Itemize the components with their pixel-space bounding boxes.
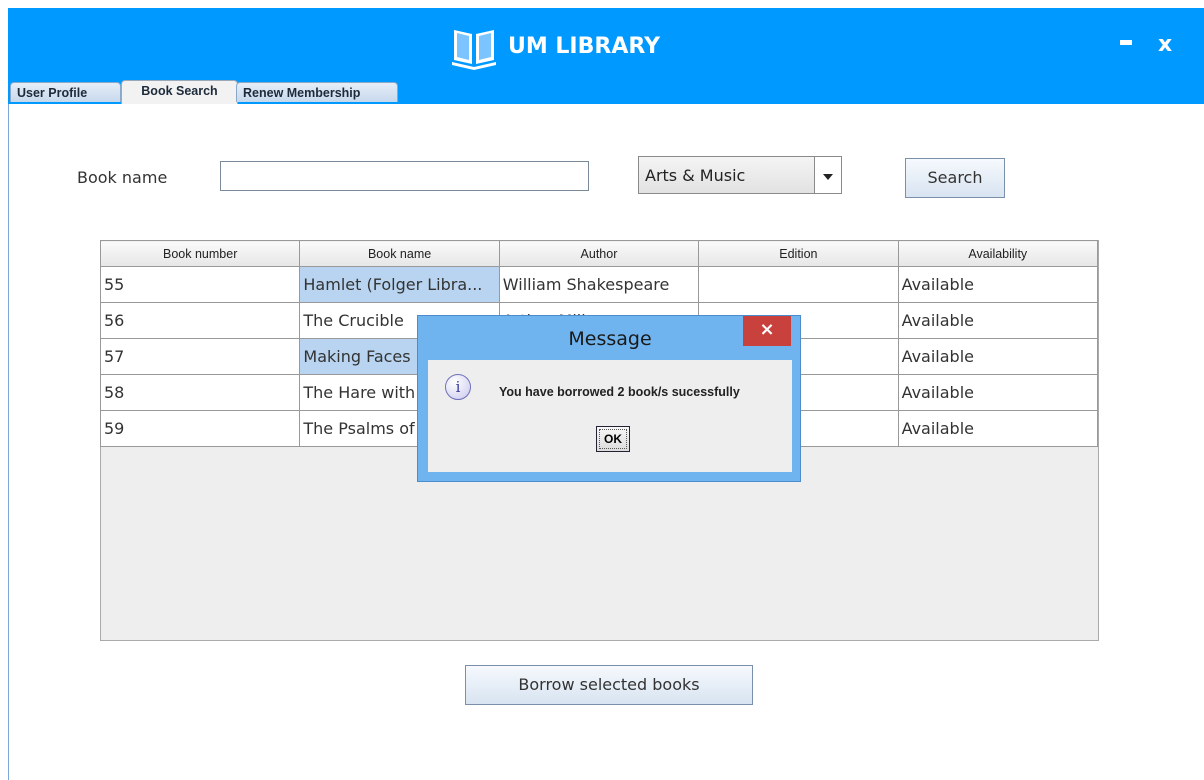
cell-availability[interactable]: Available [897, 338, 1099, 375]
table-header: Book number Book name Author Edition Ava… [99, 240, 1099, 267]
cell-book-number[interactable]: 57 [99, 338, 301, 375]
tab-renew-membership[interactable]: Renew Membership [236, 82, 398, 102]
column-header-edition[interactable]: Edition [698, 240, 899, 267]
table-row[interactable]: 55 Hamlet (Folger Libra... William Shake… [99, 266, 1099, 303]
book-name-input[interactable] [220, 161, 589, 191]
dialog-message: You have borrowed 2 book/s sucessfully [499, 385, 740, 399]
book-icon [452, 30, 496, 70]
category-select[interactable]: Arts & Music [638, 156, 842, 194]
message-dialog: Message × i You have borrowed 2 book/s s… [417, 315, 801, 482]
close-window-button[interactable]: x [1158, 34, 1172, 56]
app-title: UM LIBRARY [450, 20, 660, 72]
search-button[interactable]: Search [905, 158, 1005, 198]
book-name-label: Book name [77, 168, 168, 187]
category-selected-value: Arts & Music [645, 166, 746, 185]
cell-edition[interactable] [698, 266, 899, 303]
column-header-book-name[interactable]: Book name [299, 240, 500, 267]
column-header-availability[interactable]: Availability [897, 240, 1099, 267]
borrow-selected-books-button[interactable]: Borrow selected books [465, 665, 753, 705]
cell-book-number[interactable]: 56 [99, 302, 301, 339]
dropdown-button[interactable] [814, 157, 841, 193]
cell-book-number[interactable]: 55 [99, 266, 301, 303]
chevron-down-icon [823, 174, 833, 180]
column-header-book-number[interactable]: Book number [99, 240, 301, 267]
minimize-icon [1120, 40, 1132, 45]
cell-book-number[interactable]: 58 [99, 374, 301, 411]
ok-button[interactable]: OK [596, 426, 630, 452]
cell-author[interactable]: William Shakespeare [498, 266, 700, 303]
dialog-body: i You have borrowed 2 book/s sucessfully… [428, 360, 792, 472]
column-header-author[interactable]: Author [498, 240, 700, 267]
tab-book-search[interactable]: Book Search [121, 80, 238, 104]
cell-book-name[interactable]: Hamlet (Folger Libra... [299, 266, 500, 303]
cell-availability[interactable]: Available [897, 410, 1099, 447]
cell-availability[interactable]: Available [897, 302, 1099, 339]
dialog-close-button[interactable]: × [743, 316, 791, 346]
tab-user-profile[interactable]: User Profile [10, 82, 121, 102]
cell-book-number[interactable]: 59 [99, 410, 301, 447]
info-icon: i [445, 374, 471, 400]
cell-availability[interactable]: Available [897, 266, 1099, 303]
minimize-button[interactable] [1118, 28, 1136, 48]
cell-availability[interactable]: Available [897, 374, 1099, 411]
app-title-text: UM LIBRARY [508, 33, 661, 59]
